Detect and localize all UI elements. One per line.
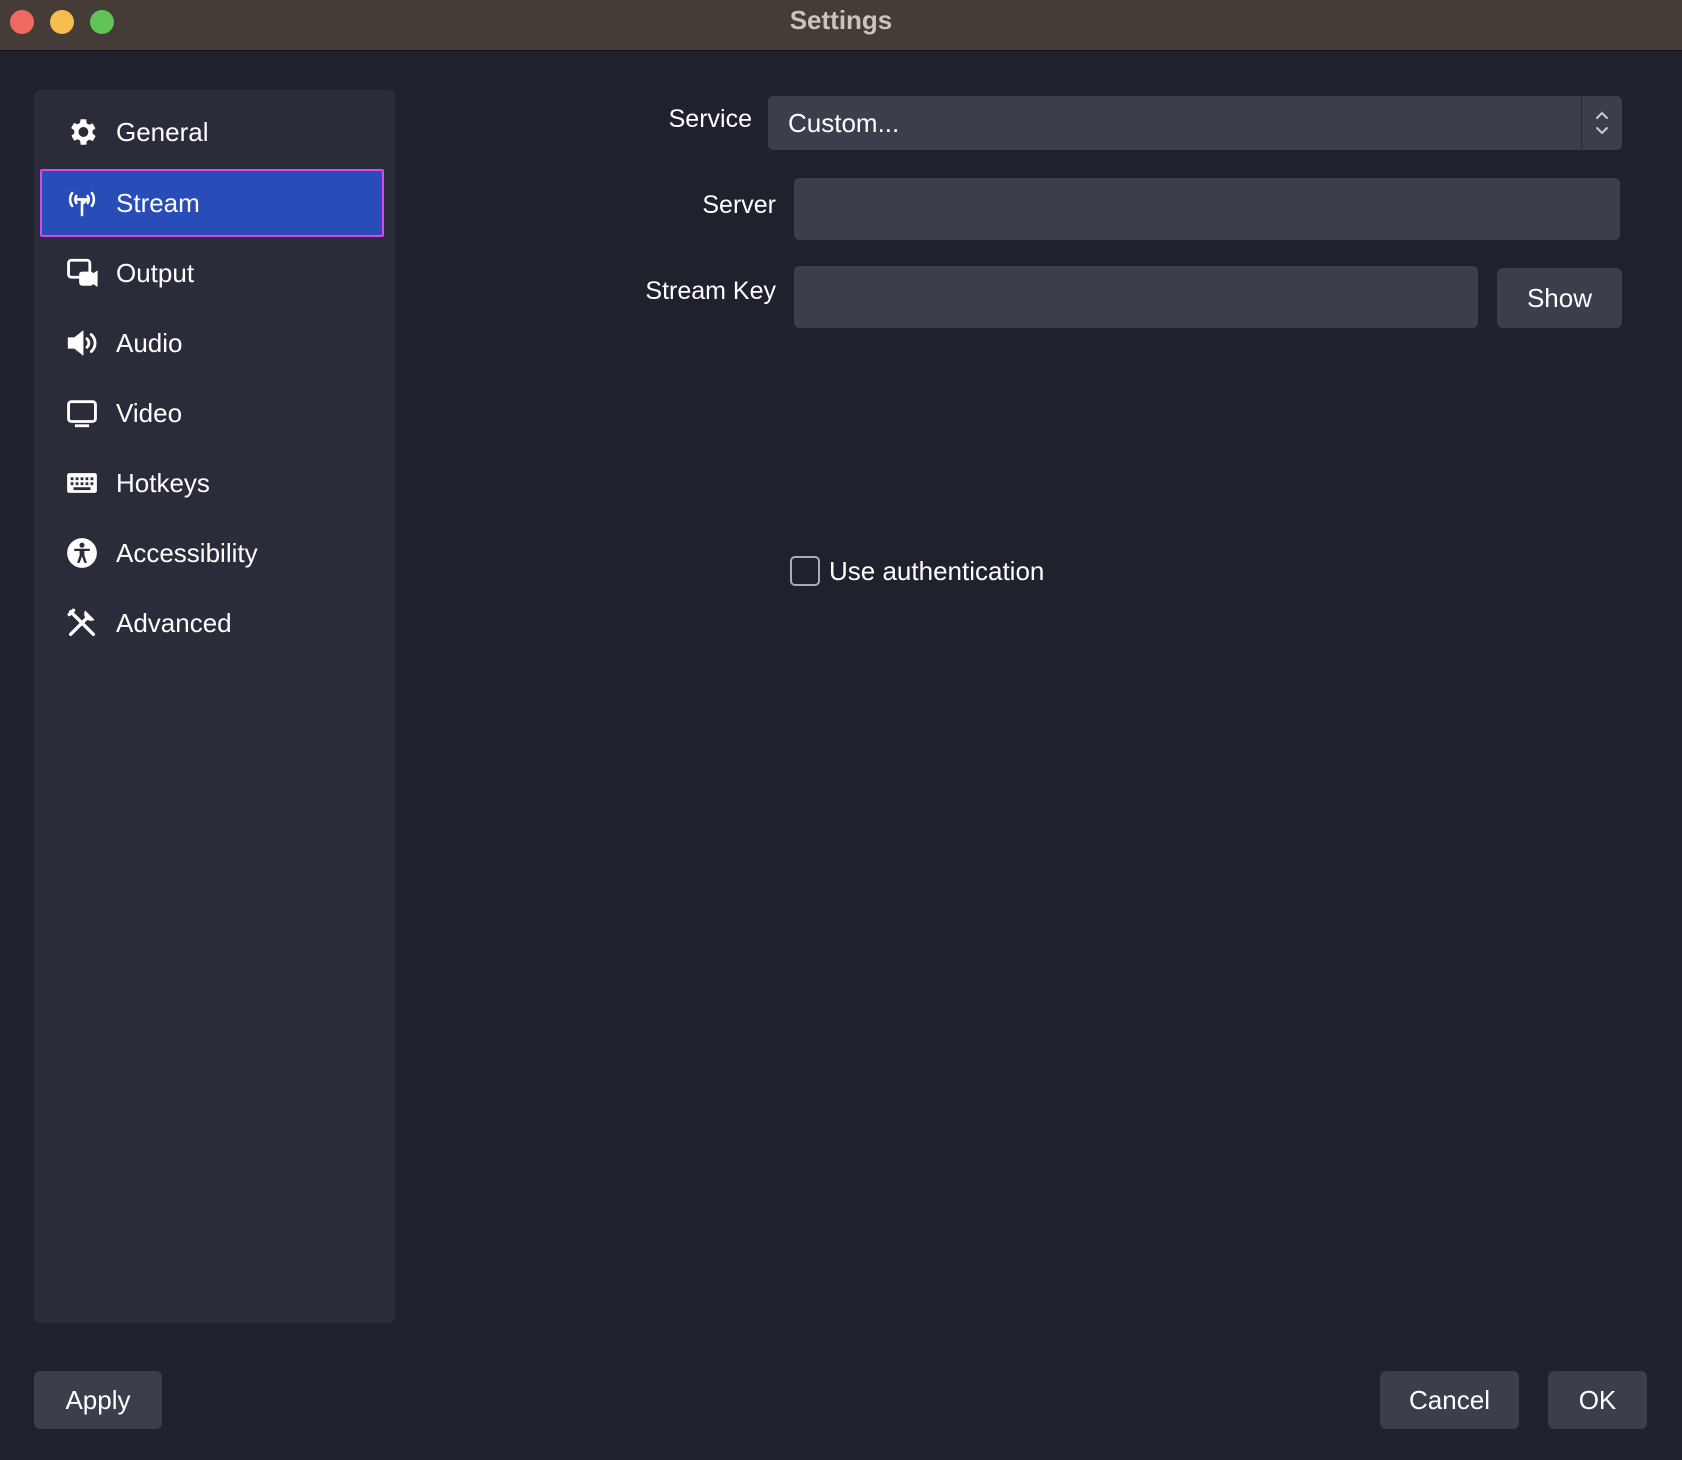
ok-button[interactable]: OK [1548,1371,1647,1429]
sidebar-item-video[interactable]: Video [40,379,384,447]
sidebar-item-label: General [116,116,209,147]
sidebar-item-audio[interactable]: Audio [40,309,384,377]
stream-key-input[interactable] [794,266,1478,328]
speaker-icon [64,325,100,361]
sidebar-item-general[interactable]: General [40,98,384,166]
sidebar-item-label: Hotkeys [116,467,210,498]
sidebar-item-label: Video [116,397,183,428]
server-label: Server [702,191,776,219]
sidebar-item-label: Stream [116,187,200,218]
sidebar-item-label: Output [116,257,195,288]
stream-key-label: Stream Key [645,277,776,305]
antenna-icon [64,185,100,221]
service-select-value: Custom... [788,108,900,138]
sidebar-item-stream[interactable]: Stream [40,169,384,237]
cancel-button[interactable]: Cancel [1380,1371,1519,1429]
service-select[interactable]: Custom... [768,96,1622,150]
use-authentication-checkbox[interactable] [790,556,820,586]
service-label: Service [668,105,752,133]
gear-icon [64,114,100,150]
sidebar-item-accessibility[interactable]: Accessibility [40,519,384,587]
sidebar-item-label: Advanced [116,607,232,638]
monitor-icon [64,395,100,431]
use-authentication-label: Use authentication [829,556,1045,586]
settings-sidebar: General Stream Output Audio Video Hotkey… [34,90,395,1323]
output-icon [64,255,100,291]
tools-icon [64,605,100,641]
sidebar-item-label: Accessibility [116,537,258,568]
accessibility-icon [64,535,100,571]
sidebar-item-advanced[interactable]: Advanced [40,589,384,657]
show-stream-key-button[interactable]: Show [1497,268,1622,328]
server-input[interactable] [794,178,1620,240]
keyboard-icon [64,465,100,501]
sidebar-item-output[interactable]: Output [40,239,384,307]
sidebar-item-label: Audio [116,327,183,358]
sidebar-item-hotkeys[interactable]: Hotkeys [40,449,384,517]
window-title: Settings [789,5,893,35]
updown-chevron-icon [1581,96,1622,150]
title-bar: Settings [0,0,1682,51]
apply-button[interactable]: Apply [34,1371,162,1429]
